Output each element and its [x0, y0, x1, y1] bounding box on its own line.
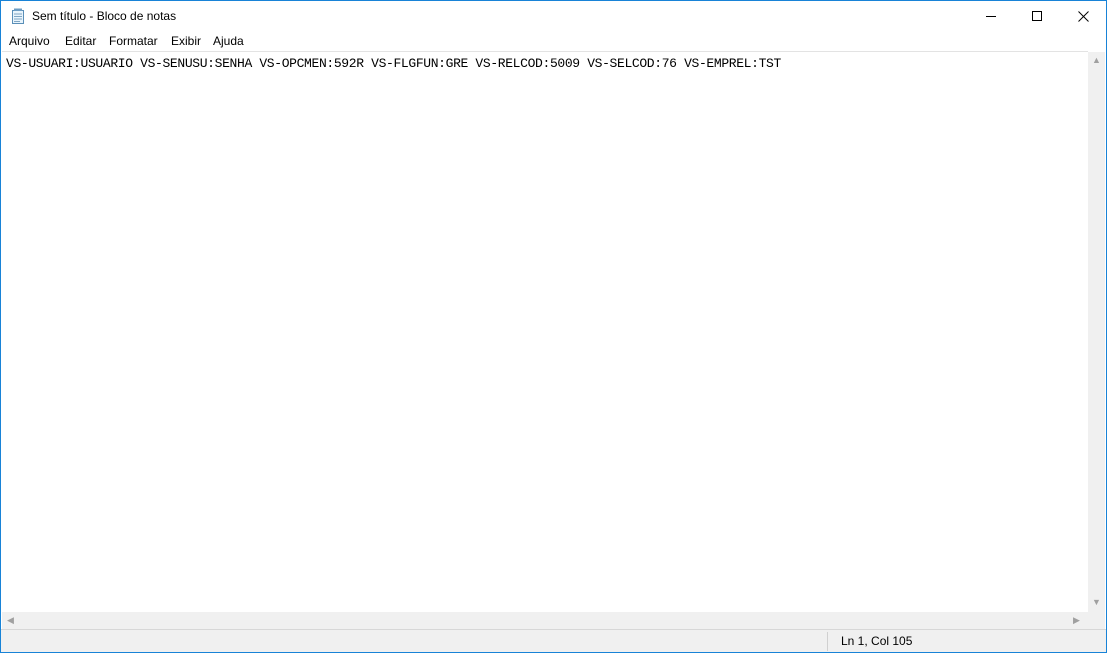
scroll-up-icon[interactable]: ▲ — [1092, 56, 1101, 65]
menu-ajuda[interactable]: Ajuda — [213, 34, 244, 48]
vertical-scrollbar[interactable]: ▲ ▼ — [1088, 52, 1105, 612]
cursor-position: Ln 1, Col 105 — [841, 634, 913, 648]
title-bar[interactable]: Sem título - Bloco de notas — [1, 1, 1106, 31]
scroll-down-icon[interactable]: ▼ — [1092, 598, 1101, 607]
status-bar: Ln 1, Col 105 — [1, 629, 1106, 652]
notepad-icon[interactable] — [11, 8, 25, 24]
minimize-button[interactable] — [968, 1, 1014, 31]
menu-formatar[interactable]: Formatar — [109, 34, 158, 48]
menu-exibir[interactable]: Exibir — [171, 34, 201, 48]
text-editor[interactable]: VS-USUARI:USUARIO VS-SENUSU:SENHA VS-OPC… — [2, 51, 1088, 613]
scroll-left-icon[interactable]: ◀ — [7, 616, 14, 625]
maximize-button[interactable] — [1014, 1, 1060, 31]
editor-content[interactable]: VS-USUARI:USUARIO VS-SENUSU:SENHA VS-OPC… — [6, 56, 781, 71]
horizontal-scrollbar[interactable]: ◀ ▶ — [2, 612, 1088, 629]
menu-editar[interactable]: Editar — [65, 34, 96, 48]
menu-arquivo[interactable]: Arquivo — [9, 34, 50, 48]
menu-bar: Arquivo Editar Formatar Exibir Ajuda — [1, 31, 1106, 51]
maximize-icon — [1032, 11, 1042, 21]
scroll-right-icon[interactable]: ▶ — [1073, 616, 1080, 625]
notepad-window: Sem título - Bloco de notas Arquivo Edit… — [0, 0, 1107, 653]
minimize-icon — [986, 16, 996, 17]
close-button[interactable] — [1060, 1, 1106, 31]
close-icon — [1077, 10, 1089, 22]
status-divider — [827, 632, 828, 651]
scrollbar-corner — [1088, 612, 1105, 629]
window-title: Sem título - Bloco de notas — [32, 9, 177, 23]
